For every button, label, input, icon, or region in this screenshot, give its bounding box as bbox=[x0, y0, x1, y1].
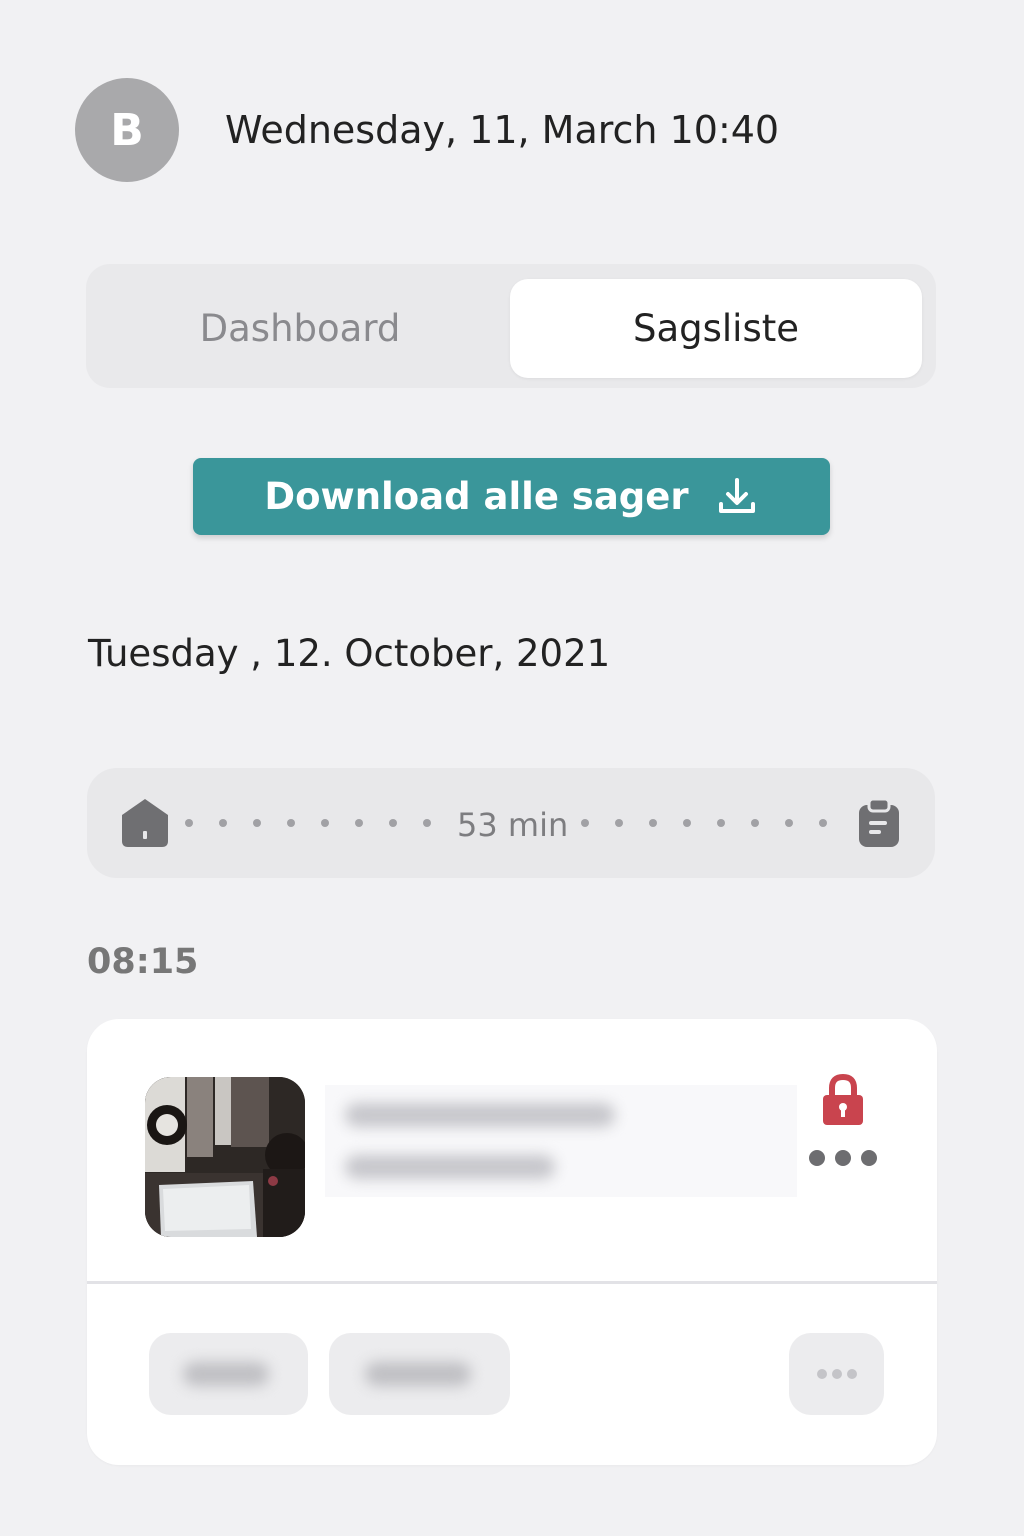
screen: B Wednesday, 11, March 10:40 Dashboard S… bbox=[0, 0, 1024, 1536]
card-divider bbox=[87, 1281, 937, 1284]
case-details-redacted bbox=[325, 1085, 797, 1197]
more-icon[interactable] bbox=[809, 1150, 877, 1166]
case-tag-redacted[interactable] bbox=[329, 1333, 510, 1415]
avatar[interactable]: B bbox=[75, 78, 179, 182]
download-button-label: Download alle sager bbox=[264, 475, 689, 518]
day-heading: Tuesday , 12. October, 2021 bbox=[88, 632, 611, 675]
case-photo bbox=[145, 1077, 305, 1237]
case-card[interactable] bbox=[87, 1019, 937, 1465]
route-summary: 53 min bbox=[87, 768, 935, 878]
lock-icon[interactable] bbox=[821, 1073, 865, 1127]
clipboard-icon bbox=[859, 797, 899, 847]
route-dots-right bbox=[581, 819, 853, 829]
tab-sagsliste[interactable]: Sagsliste bbox=[510, 279, 922, 378]
home-icon bbox=[122, 799, 168, 847]
case-tag-redacted[interactable] bbox=[149, 1333, 308, 1415]
avatar-initial: B bbox=[110, 104, 144, 156]
tab-dashboard[interactable]: Dashboard bbox=[96, 279, 504, 378]
download-all-cases-button[interactable]: Download alle sager bbox=[193, 458, 830, 535]
route-dots-left bbox=[185, 819, 457, 829]
view-switcher: Dashboard Sagsliste bbox=[86, 264, 936, 388]
download-icon bbox=[718, 477, 755, 513]
route-duration: 53 min bbox=[457, 806, 569, 844]
more-tags-button[interactable] bbox=[789, 1333, 884, 1415]
header-datetime: Wednesday, 11, March 10:40 bbox=[225, 108, 780, 152]
case-time: 08:15 bbox=[87, 942, 199, 982]
